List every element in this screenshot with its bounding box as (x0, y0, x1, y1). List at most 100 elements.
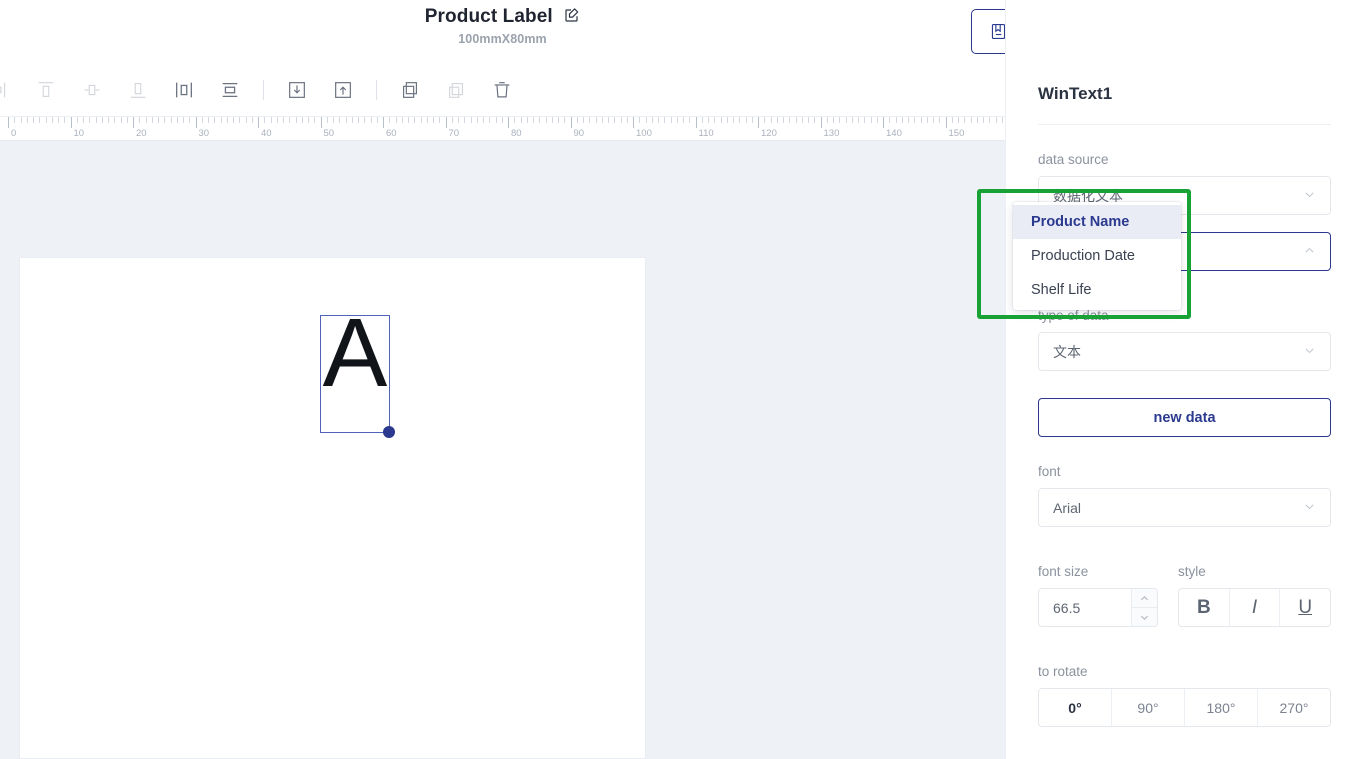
ruler-tick (864, 117, 865, 123)
ruler-tick (589, 117, 590, 123)
ruler-tick (877, 117, 878, 123)
toolbar-divider-2 (376, 80, 377, 100)
toolbar-divider (263, 80, 264, 100)
ruler-tick (89, 117, 90, 123)
bold-button[interactable]: B (1179, 589, 1229, 626)
ruler-tick (177, 117, 178, 123)
type-of-data-section: type of data 文本 (1038, 308, 1331, 371)
ruler-tick (146, 117, 147, 123)
ruler-tick (939, 117, 940, 123)
align-vertical-center-icon[interactable] (69, 70, 115, 110)
send-to-back-icon[interactable] (274, 70, 320, 110)
text-style-group: B I U (1178, 588, 1331, 627)
dropdown-option-shelf-life[interactable]: Shelf Life (1013, 273, 1181, 307)
paste-icon[interactable] (433, 70, 479, 110)
ruler-tick (196, 117, 197, 128)
ruler-tick (483, 117, 484, 123)
ruler-tick (221, 117, 222, 123)
ruler-tick (208, 117, 209, 123)
ruler-tick (464, 117, 465, 123)
align-bottom-icon[interactable] (115, 70, 161, 110)
ruler-tick (471, 117, 472, 123)
ruler-tick (546, 117, 547, 123)
dropdown-option-product-name[interactable]: Product Name (1013, 205, 1181, 239)
ruler-label: 140 (886, 128, 902, 139)
chevron-down-icon (1303, 344, 1316, 360)
ruler-tick (8, 117, 9, 128)
rotate-option-0[interactable]: 0° (1039, 689, 1111, 726)
ruler-tick (746, 117, 747, 123)
bring-to-front-icon[interactable] (320, 70, 366, 110)
ruler-tick (377, 117, 378, 123)
rotate-option-270[interactable]: 270° (1257, 689, 1330, 726)
ruler-tick (902, 117, 903, 123)
panel-divider (1038, 124, 1331, 125)
data-source-label: data source (1038, 152, 1331, 167)
dropdown-option-production-date[interactable]: Production Date (1013, 239, 1181, 273)
ruler-tick (339, 117, 340, 123)
ruler-tick (458, 117, 459, 123)
title-block: Product Label 100mmX80mm (0, 6, 1005, 46)
ruler-tick (214, 117, 215, 123)
ruler-tick (996, 117, 997, 123)
edit-pencil-icon[interactable] (564, 7, 580, 23)
underline-button[interactable]: U (1279, 589, 1330, 626)
ruler-tick (202, 117, 203, 123)
align-right-icon[interactable] (0, 70, 23, 110)
ruler-tick (252, 117, 253, 123)
ruler-tick (114, 117, 115, 123)
ruler-tick (364, 117, 365, 123)
ruler-label: 70 (449, 128, 460, 139)
ruler-tick (164, 117, 165, 123)
ruler-tick (258, 117, 259, 128)
italic-button[interactable]: I (1229, 589, 1280, 626)
ruler-tick (421, 117, 422, 123)
align-top-icon[interactable] (23, 70, 69, 110)
ruler-tick (533, 117, 534, 123)
ruler-tick (814, 117, 815, 123)
panel-title: WinText1 (1038, 84, 1112, 104)
ruler-tick (764, 117, 765, 123)
align-horizontal-center-icon[interactable] (161, 70, 207, 110)
ruler-tick (102, 117, 103, 123)
font-select[interactable]: Arial (1038, 488, 1331, 527)
distribute-vertical-icon[interactable] (207, 70, 253, 110)
rotate-option-180[interactable]: 180° (1184, 689, 1257, 726)
new-data-button[interactable]: new data (1038, 398, 1331, 437)
ruler-tick (283, 117, 284, 123)
ruler-tick (133, 117, 134, 128)
font-size-value[interactable]: 66.5 (1039, 589, 1131, 626)
ruler-tick (477, 117, 478, 123)
ruler-tick (889, 117, 890, 123)
type-of-data-value: 文本 (1053, 342, 1303, 362)
chevron-down-icon[interactable] (1132, 607, 1157, 626)
ruler-label: 110 (699, 128, 714, 139)
type-of-data-select[interactable]: 文本 (1038, 332, 1331, 371)
ruler-tick (77, 117, 78, 123)
delete-icon[interactable] (479, 70, 525, 110)
ruler-tick (246, 117, 247, 123)
bold-label: B (1197, 597, 1211, 619)
data-name-dropdown-list[interactable]: Product Name Production Date Shelf Life (1013, 202, 1181, 310)
copy-icon[interactable] (387, 70, 433, 110)
ruler-tick (696, 117, 697, 128)
ruler-tick (21, 117, 22, 123)
ruler-tick (158, 117, 159, 123)
ruler-tick (758, 117, 759, 128)
ruler-tick (58, 117, 59, 123)
resize-handle[interactable] (383, 426, 395, 438)
ruler-tick (683, 117, 684, 123)
ruler-tick (321, 117, 322, 128)
canvas-area[interactable]: A (0, 141, 1005, 759)
ruler-tick (121, 117, 122, 123)
font-size-stepper[interactable]: 66.5 (1038, 588, 1158, 627)
ruler-tick (646, 117, 647, 123)
ruler-label: 90 (574, 128, 585, 139)
selected-text-element[interactable]: A (320, 315, 390, 433)
label-sheet[interactable]: A (20, 258, 645, 758)
chevron-up-icon[interactable] (1132, 589, 1157, 607)
rotate-option-90[interactable]: 90° (1111, 689, 1184, 726)
ruler-tick (508, 117, 509, 128)
ruler-tick (527, 117, 528, 123)
ruler-tick (496, 117, 497, 123)
